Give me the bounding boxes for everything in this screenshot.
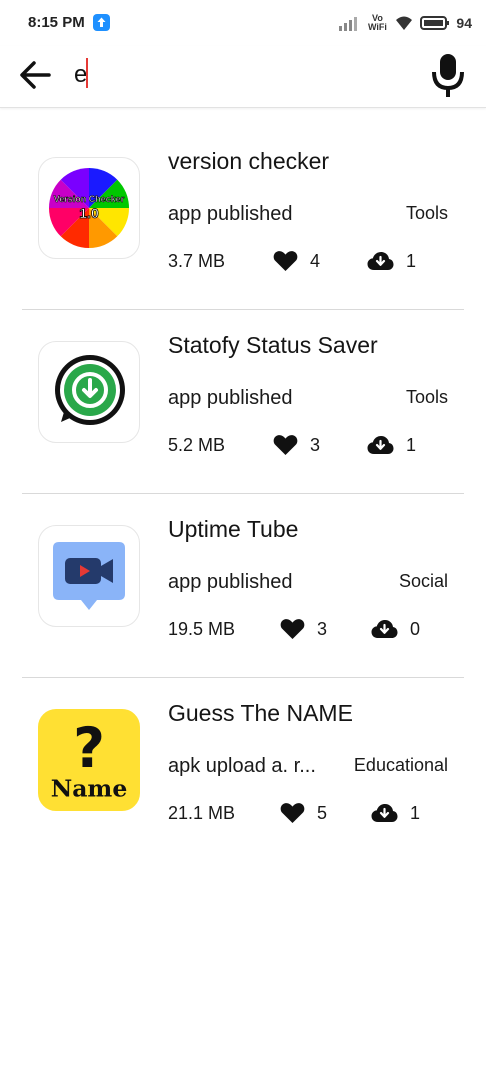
app-list: Version Checker 1.0 version checker app …: [0, 126, 486, 862]
version-checker-icon: Version Checker 1.0: [38, 157, 140, 259]
vowifi-icon: Vo WiFi: [366, 14, 388, 32]
app-size: 5.2 MB: [168, 435, 226, 455]
downloads-count: 1: [406, 434, 417, 455]
cloud-download-icon: [367, 436, 394, 454]
voice-search-button[interactable]: [428, 50, 468, 100]
list-item[interactable]: Version Checker 1.0 version checker app …: [0, 126, 486, 310]
app-category: Tools: [405, 203, 448, 223]
downloads-count: 1: [410, 802, 421, 823]
heart-icon: [273, 435, 298, 455]
uptime-tube-icon: [38, 525, 140, 627]
icon-word-text: Name: [51, 774, 128, 802]
likes-count: 5: [317, 802, 328, 823]
vowifi-bottom-label: WiFi: [367, 22, 387, 32]
app-name: version checker: [168, 148, 330, 174]
search-bar: [0, 46, 486, 108]
app-name: Uptime Tube: [168, 516, 299, 542]
back-button[interactable]: [14, 54, 56, 96]
icon-version-text: 1.0: [79, 205, 99, 221]
wifi-icon: [396, 16, 413, 30]
app-size: 3.7 MB: [168, 251, 226, 271]
downloads-group: 1: [367, 249, 416, 273]
app-status: apk upload a. r...: [168, 755, 316, 777]
heart-icon: [273, 251, 298, 271]
status-time: 8:15 PM: [28, 14, 85, 31]
downloads-count: 1: [406, 250, 417, 271]
cloud-download-icon: [371, 620, 398, 638]
battery-icon: [420, 16, 450, 30]
downloads-group: 1: [371, 801, 420, 825]
status-icons: Vo WiFi 94: [338, 12, 472, 34]
likes-group: 3: [280, 617, 327, 641]
app-name: Statofy Status Saver: [168, 332, 378, 358]
upload-notification-icon: [93, 14, 110, 31]
statofy-icon: [38, 341, 140, 443]
icon-title-text: Version Checker: [54, 194, 125, 204]
status-bar: 8:15 PM Vo WiFi 94: [0, 0, 486, 46]
cloud-download-icon: [367, 252, 394, 270]
microphone-icon: [432, 54, 464, 97]
likes-count: 3: [310, 434, 321, 455]
app-name: Guess The NAME: [168, 700, 353, 726]
arrow-left-icon: [20, 61, 51, 89]
downloads-group: 0: [371, 617, 420, 641]
list-item[interactable]: Uptime Tube app published Social 19.5 MB…: [0, 494, 486, 678]
app-status: app published: [168, 387, 293, 409]
likes-group: 3: [273, 433, 320, 457]
search-input[interactable]: [74, 57, 404, 93]
downloads-group: 1: [367, 433, 416, 457]
signal-icon: [339, 17, 358, 31]
list-item[interactable]: Statofy Status Saver app published Tools…: [0, 310, 486, 494]
list-item[interactable]: ? Name Guess The NAME apk upload a. r...…: [0, 678, 486, 862]
app-size: 21.1 MB: [168, 803, 236, 823]
likes-count: 4: [310, 250, 321, 271]
question-mark-symbol: ?: [73, 716, 105, 780]
app-category: Social: [398, 571, 448, 591]
app-status: app published: [168, 571, 293, 593]
app-category: Tools: [405, 387, 448, 407]
downloads-count: 0: [410, 618, 421, 639]
heart-icon: [280, 619, 305, 639]
likes-group: 4: [273, 249, 320, 273]
likes-count: 3: [317, 618, 328, 639]
app-status: app published: [168, 203, 293, 225]
likes-group: 5: [280, 801, 327, 825]
guess-the-name-icon: ? Name: [38, 709, 140, 811]
battery-percent: 94: [456, 15, 472, 31]
heart-icon: [280, 803, 305, 823]
cloud-download-icon: [371, 804, 398, 822]
app-size: 19.5 MB: [168, 619, 236, 639]
text-cursor: [86, 58, 88, 88]
app-category: Educational: [353, 755, 448, 775]
